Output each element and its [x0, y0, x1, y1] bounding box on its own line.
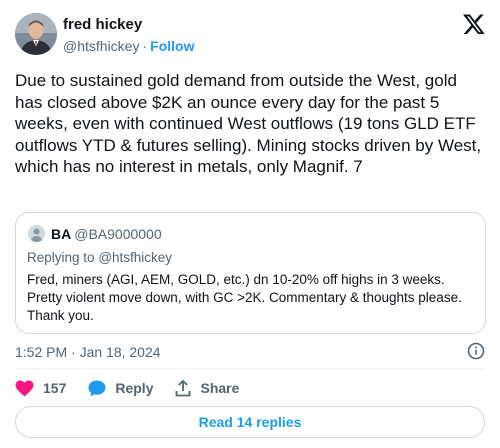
author-handle[interactable]: @htsfhickey [63, 38, 139, 54]
x-logo-icon[interactable] [463, 14, 485, 35]
tweet-text: Due to sustained gold demand from outsid… [15, 71, 482, 176]
reply-label: Reply [115, 380, 154, 396]
share-button[interactable]: Share [175, 379, 240, 397]
read-replies-button[interactable]: Read 14 replies [15, 406, 485, 438]
share-icon [176, 379, 191, 396]
author-avatar[interactable] [15, 13, 57, 55]
quoted-author-handle: @BA9000000 [74, 226, 162, 242]
replying-prefix: Replying to [27, 250, 95, 265]
follow-button[interactable]: Follow [150, 38, 194, 54]
quoted-author-name: BA [51, 226, 72, 242]
reply-bubble-icon [88, 380, 106, 396]
quoted-header: BA @BA9000000 [51, 225, 162, 243]
heart-icon [15, 379, 34, 397]
quoted-text: Fred, miners (AGI, AEM, GOLD, etc.) dn 1… [27, 272, 462, 323]
action-bar: 157 Reply Share [15, 378, 261, 398]
timestamp[interactable]: 1:52 PM · Jan 18, 2024 [15, 343, 161, 361]
share-label: Share [200, 380, 240, 396]
separator-dot: · [142, 38, 148, 54]
like-button[interactable]: 157 [15, 379, 67, 397]
replying-to: Replying to @htsfhickey [27, 249, 172, 267]
like-count: 157 [43, 380, 67, 396]
divider [15, 368, 485, 369]
tweet-card: fred hickey @htsfhickey · Follow Due to su… [0, 0, 500, 448]
replying-handle[interactable]: @htsfhickey [98, 250, 172, 265]
author-name[interactable]: fred hickey [63, 16, 194, 34]
reply-button[interactable]: Reply [88, 380, 153, 397]
author-subline: @htsfhickey · Follow [63, 37, 194, 55]
author-block: fred hickey @htsfhickey · Follow [63, 16, 194, 55]
quoted-avatar [28, 225, 45, 242]
info-icon[interactable] [467, 342, 485, 360]
quoted-tweet[interactable]: BA @BA9000000 Replying to @htsfhickey Fre… [15, 212, 486, 334]
